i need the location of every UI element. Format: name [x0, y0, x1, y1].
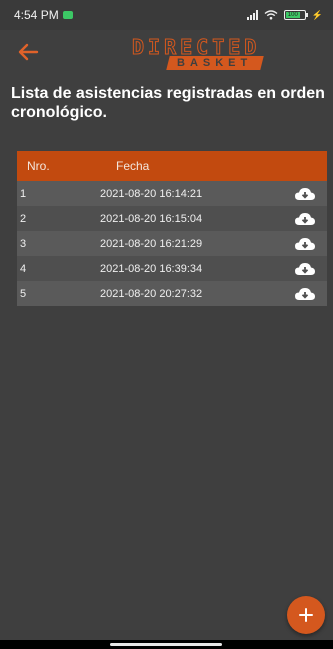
table-row: 5 2021-08-20 20:27:32: [17, 281, 327, 306]
cloud-download-icon[interactable]: [294, 186, 316, 202]
table-row: 1 2021-08-20 16:14:21: [17, 181, 327, 206]
page-title: Lista de asistencias registradas en orde…: [11, 85, 325, 121]
cell-fecha: 2021-08-20 16:39:34: [100, 262, 203, 275]
logo-top-text: DIRECTED: [132, 35, 261, 59]
cell-fecha: 2021-08-20 16:21:29: [100, 237, 203, 250]
attendance-table: Nro. Fecha 1 2021-08-20 16:14:21 2 2021-…: [17, 151, 327, 306]
system-nav-bar: [0, 640, 333, 649]
table-row: 3 2021-08-20 16:21:29: [17, 231, 327, 256]
status-bar: 4:54 PM 100 ⚡: [0, 0, 333, 30]
logo-bottom-band: BASKET: [166, 56, 264, 70]
cell-nro: 4: [20, 262, 27, 275]
notification-icon: [62, 11, 73, 19]
directed-basket-logo: DIRECTED BASKET: [132, 35, 264, 72]
cell-fecha: 2021-08-20 20:27:32: [100, 287, 203, 300]
battery-icon: 100: [283, 10, 308, 20]
cloud-download-icon[interactable]: [294, 236, 316, 252]
cell-nro: 2: [20, 212, 27, 225]
arrow-left-icon[interactable]: [12, 36, 44, 68]
charging-icon: ⚡: [311, 9, 323, 20]
app-header: DIRECTED BASKET: [0, 30, 333, 78]
cloud-download-icon[interactable]: [294, 211, 316, 227]
add-button[interactable]: [287, 596, 325, 634]
table-header: Nro. Fecha: [17, 151, 327, 181]
cell-fecha: 2021-08-20 16:15:04: [100, 212, 203, 225]
cell-fecha: 2021-08-20 16:14:21: [100, 187, 203, 200]
cloud-download-icon[interactable]: [294, 261, 316, 277]
column-header-nro: Nro.: [27, 159, 50, 173]
battery-level: 100: [285, 12, 300, 18]
cloud-download-icon[interactable]: [294, 286, 316, 302]
home-gesture-handle[interactable]: [110, 643, 222, 646]
plus-icon: [299, 608, 313, 622]
column-header-fecha: Fecha: [116, 159, 150, 173]
cell-nro: 1: [20, 187, 27, 200]
table-row: 4 2021-08-20 16:39:34: [17, 256, 327, 281]
wifi-icon: [264, 10, 278, 20]
cell-nro: 5: [20, 287, 27, 300]
cell-nro: 3: [20, 237, 27, 250]
table-row: 2 2021-08-20 16:15:04: [17, 206, 327, 231]
logo-bottom-text: BASKET: [177, 57, 253, 69]
signal-icon: [246, 10, 258, 20]
status-time: 4:54 PM: [14, 8, 59, 22]
